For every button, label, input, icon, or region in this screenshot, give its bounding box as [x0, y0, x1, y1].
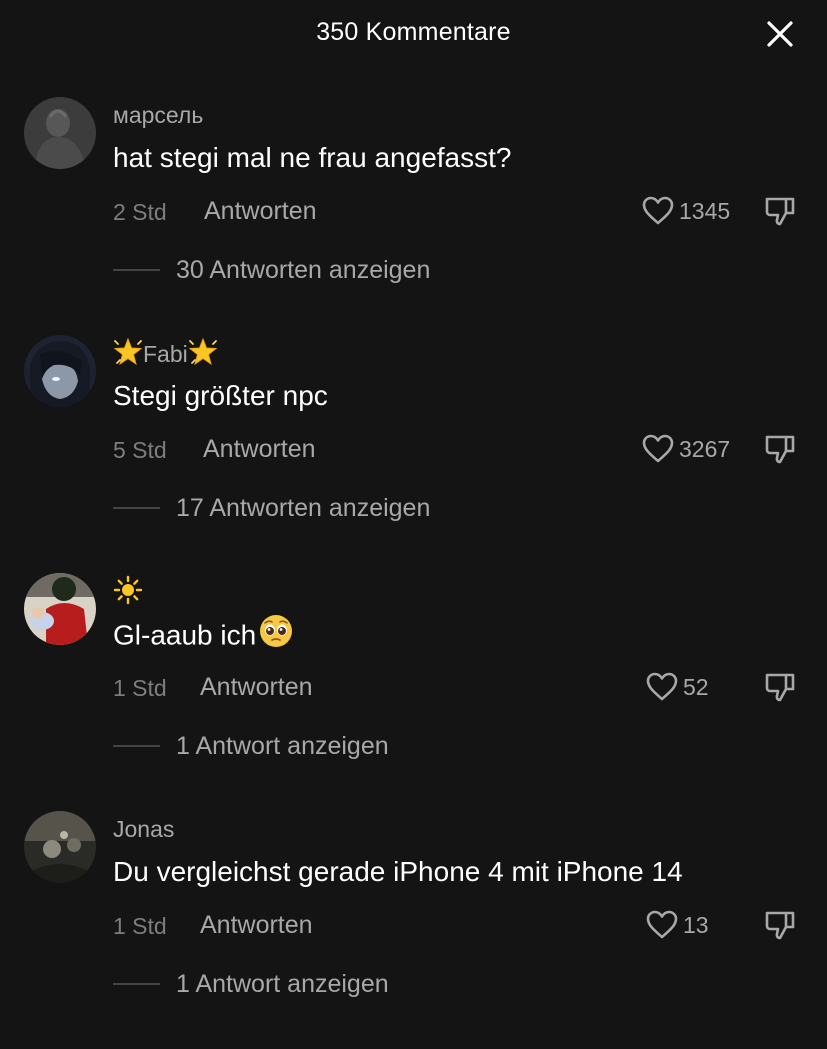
username-text: Fabi	[143, 341, 188, 368]
dislike-icon[interactable]	[764, 195, 796, 227]
like-count: 3267	[679, 435, 731, 462]
comment-item: марсель hat stegi mal ne frau angefasst?…	[0, 97, 827, 335]
like-count: 52	[683, 673, 709, 700]
comment-time: 2 Std	[113, 199, 167, 225]
reply-button[interactable]: Antworten	[200, 910, 313, 940]
view-replies-label: 1 Antwort anzeigen	[176, 969, 389, 998]
comment-username[interactable]: марсель	[113, 99, 203, 131]
like-button[interactable]: 3267	[641, 431, 730, 467]
heart-icon	[641, 433, 675, 465]
sun-emoji	[113, 575, 143, 613]
replies-divider	[113, 269, 160, 271]
replies-divider	[113, 983, 160, 985]
comments-header: 350 Kommentare	[0, 0, 827, 70]
comment-username[interactable]: Jonas	[113, 813, 174, 845]
view-replies-label: 30 Antworten anzeigen	[176, 255, 431, 284]
comment-username[interactable]: Fabi	[113, 337, 218, 369]
comment-text-content: Gl-aaub ich	[113, 619, 257, 651]
replies-divider	[113, 507, 160, 509]
comment-item: Fabi Stegi größter npc 5 Std Antworten 3…	[0, 335, 827, 573]
view-replies-button[interactable]: 17 Antworten anzeigen	[113, 493, 430, 523]
comment-username[interactable]	[113, 575, 143, 607]
dislike-icon[interactable]	[764, 671, 796, 703]
replies-divider	[113, 745, 160, 747]
comments-count-title: 350 Kommentare	[316, 18, 511, 46]
view-replies-button[interactable]: 30 Antworten anzeigen	[113, 255, 430, 285]
dislike-icon[interactable]	[764, 433, 796, 465]
view-replies-label: 17 Antworten anzeigen	[176, 493, 431, 522]
dislike-icon[interactable]	[764, 909, 796, 941]
reply-button[interactable]: Antworten	[204, 196, 317, 226]
heart-icon	[641, 195, 675, 227]
heart-icon	[645, 909, 679, 941]
like-button[interactable]: 13	[645, 907, 709, 943]
avatar[interactable]	[24, 335, 96, 407]
like-button[interactable]: 1345	[641, 193, 730, 229]
comment-time: 1 Std	[113, 913, 167, 939]
comment-text: Stegi größter npc	[113, 380, 328, 411]
comment-time: 5 Std	[113, 437, 167, 463]
glowing-star-emoji	[188, 337, 218, 375]
comment-item: Jonas Du vergleichst gerade iPhone 4 mit…	[0, 811, 827, 1049]
pleading-face-emoji	[258, 613, 294, 657]
view-replies-button[interactable]: 1 Antwort anzeigen	[113, 969, 389, 999]
like-count: 1345	[679, 197, 731, 224]
view-replies-label: 1 Antwort anzeigen	[176, 731, 389, 760]
glowing-star-emoji	[113, 337, 143, 375]
view-replies-button[interactable]: 1 Antwort anzeigen	[113, 731, 389, 761]
heart-icon	[645, 671, 679, 703]
comment-text: Gl-aaub ich	[113, 615, 294, 657]
like-count: 13	[683, 911, 709, 938]
comment-time: 1 Std	[113, 675, 167, 701]
avatar[interactable]	[24, 811, 96, 883]
comment-item: Gl-aaub ich 1 Std Antworten 52 1 Antwort…	[0, 573, 827, 811]
reply-button[interactable]: Antworten	[200, 672, 313, 702]
like-button[interactable]: 52	[645, 669, 709, 705]
comment-text: hat stegi mal ne frau angefasst?	[113, 142, 512, 173]
avatar[interactable]	[24, 97, 96, 169]
close-icon[interactable]	[764, 18, 796, 50]
comment-text: Du vergleichst gerade iPhone 4 mit iPhon…	[113, 856, 683, 887]
reply-button[interactable]: Antworten	[203, 434, 316, 464]
avatar[interactable]	[24, 573, 96, 645]
